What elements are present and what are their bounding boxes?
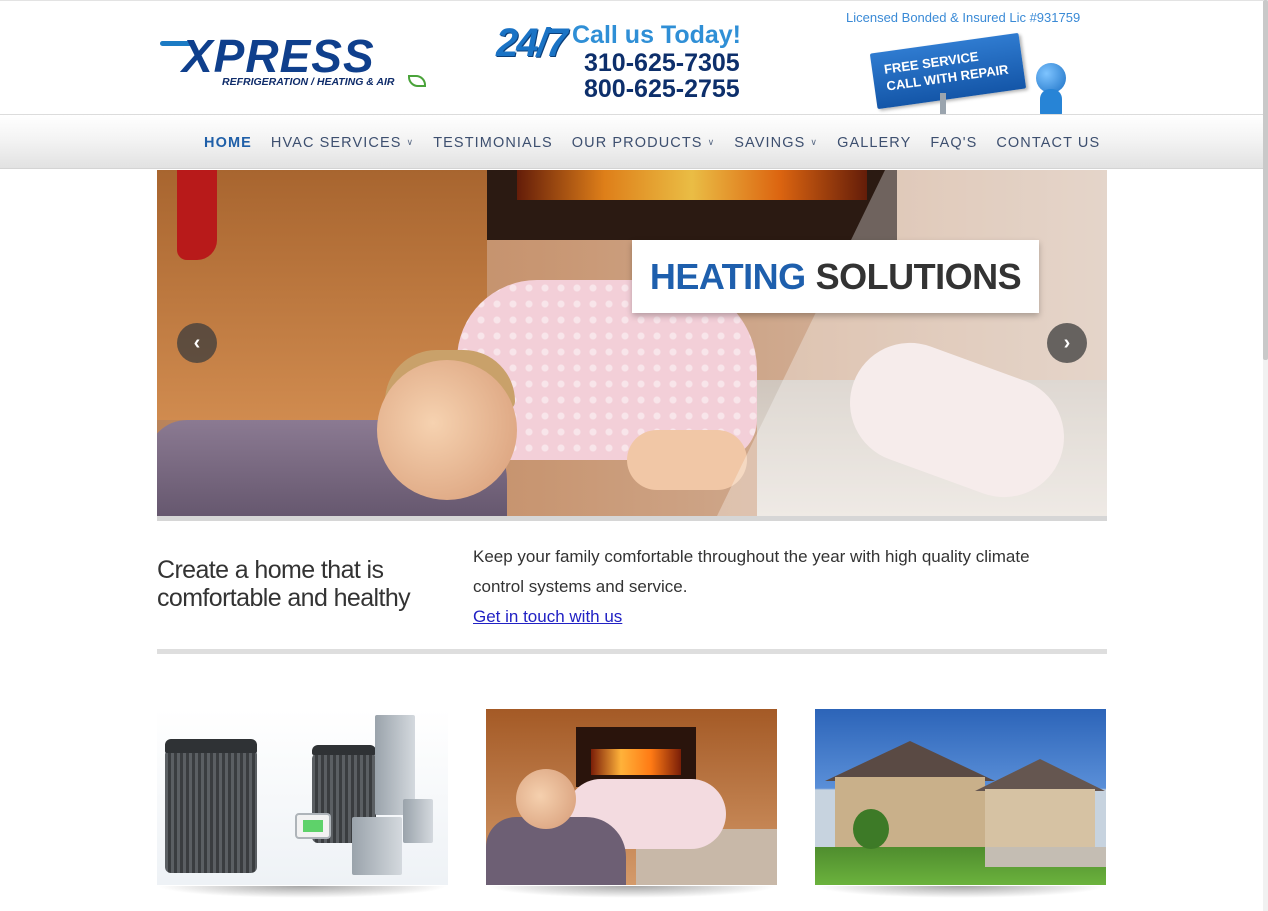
call-heading: Call us Today!: [572, 21, 742, 49]
phone-primary[interactable]: 310-625-7305: [584, 49, 740, 78]
ac-unit-large-top: [165, 739, 257, 753]
nav-item-contact-us[interactable]: CONTACT US: [996, 135, 1100, 151]
section-divider: [157, 649, 1107, 654]
scrollbar-thumb[interactable]: [1263, 0, 1268, 360]
double-chevron-down-icon: ∨: [406, 137, 415, 147]
intro-heading: Create a home that is comfortable and he…: [157, 556, 411, 612]
logo-subtitle: REFRIGERATION / HEATING & AIR: [222, 76, 395, 88]
double-chevron-down-icon: ∨: [707, 137, 716, 147]
license-text: Licensed Bonded & Insured Lic #931759: [846, 10, 1081, 25]
slider-prev-button[interactable]: ‹: [177, 323, 217, 363]
humidifier-unit: [403, 799, 433, 843]
nav-item-label: HOME: [204, 134, 252, 151]
get-in-touch-link[interactable]: Get in touch with us: [473, 602, 622, 632]
house-driveway: [985, 847, 1106, 867]
nav-item-label: FAQ'S: [930, 134, 978, 151]
house-roof-wing: [975, 759, 1105, 791]
chevron-right-icon: ›: [1063, 331, 1071, 354]
tile-shadow: [486, 886, 777, 898]
hero-title-word-2: SOLUTIONS: [815, 255, 1022, 297]
free-service-sign[interactable]: FREE SERVICE CALL WITH REPAIR: [869, 32, 1027, 110]
nav-item-label: GALLERY: [837, 134, 912, 151]
hero-bottom-bar: [157, 516, 1107, 521]
main-nav: HOME HVAC SERVICES ∨ TESTIMONIALS OUR PR…: [204, 115, 1119, 170]
nav-item-gallery[interactable]: GALLERY: [837, 135, 911, 151]
page: XPRESS REFRIGERATION / HEATING & AIR 24/…: [0, 0, 1268, 911]
nav-item-label: SAVINGS: [734, 134, 806, 151]
tile-shadow: [157, 886, 448, 898]
nav-item-hvac-services[interactable]: HVAC SERVICES ∨: [271, 135, 414, 151]
nav-item-savings[interactable]: SAVINGS ∨: [734, 135, 818, 151]
air-handler-unit: [352, 817, 402, 875]
house-roof-main: [825, 741, 995, 781]
nav-item-label: CONTACT US: [996, 134, 1101, 151]
nav-item-label: OUR PRODUCTS: [571, 134, 703, 151]
chevron-left-icon: ‹: [193, 331, 201, 354]
ac-unit-small-top: [312, 745, 376, 755]
logo-wordmark: XPRESS: [182, 30, 375, 82]
product-tile-heating[interactable]: [486, 709, 777, 885]
sign-post: [940, 93, 946, 115]
company-logo[interactable]: XPRESS REFRIGERATION / HEATING & AIR: [160, 33, 430, 95]
hero-fire: [517, 170, 867, 200]
intro-body: Keep your family comfortable throughout …: [473, 547, 1030, 596]
product-tile-hvac-units[interactable]: [157, 709, 448, 885]
hero-baby-arm: [627, 430, 747, 490]
tile-flame: [591, 749, 681, 775]
double-chevron-down-icon: ∨: [810, 137, 819, 147]
thermostat-icon: [295, 813, 331, 839]
hero-slider[interactable]: HEATING SOLUTIONS ‹ ›: [157, 170, 1107, 516]
main-navbar: HOME HVAC SERVICES ∨ TESTIMONIALS OUR PR…: [0, 114, 1263, 169]
nav-item-our-products[interactable]: OUR PRODUCTS ∨: [572, 135, 716, 151]
nav-item-home[interactable]: HOME: [204, 135, 252, 151]
leaf-icon: [408, 75, 426, 87]
nav-item-label: TESTIMONIALS: [433, 134, 553, 151]
site-header: XPRESS REFRIGERATION / HEATING & AIR 24/…: [0, 0, 1263, 115]
call-block: 24/7 Call us Today! 310-625-7305 800-625…: [496, 19, 756, 105]
nav-item-faqs[interactable]: FAQ'S: [930, 135, 977, 151]
hero-baby-head: [377, 360, 517, 500]
hero-caption-card: HEATING SOLUTIONS: [632, 240, 1039, 313]
nav-item-testimonials[interactable]: TESTIMONIALS: [433, 135, 553, 151]
scrollbar[interactable]: [1263, 0, 1268, 911]
badge-247: 24/7: [496, 21, 568, 65]
hero-title-word-1: HEATING: [649, 255, 806, 297]
house-tree: [853, 809, 889, 849]
tile-baby-head: [516, 769, 576, 829]
mascot-body: [1040, 89, 1062, 115]
hero-curtain: [177, 170, 217, 260]
ac-unit-large: [165, 749, 257, 873]
nav-item-label: HVAC SERVICES: [270, 134, 402, 151]
tile-shadow: [815, 886, 1106, 898]
phone-secondary[interactable]: 800-625-2755: [584, 75, 740, 104]
house-wing: [985, 789, 1095, 847]
slider-next-button[interactable]: ›: [1047, 323, 1087, 363]
product-tile-homes[interactable]: [815, 709, 1106, 885]
